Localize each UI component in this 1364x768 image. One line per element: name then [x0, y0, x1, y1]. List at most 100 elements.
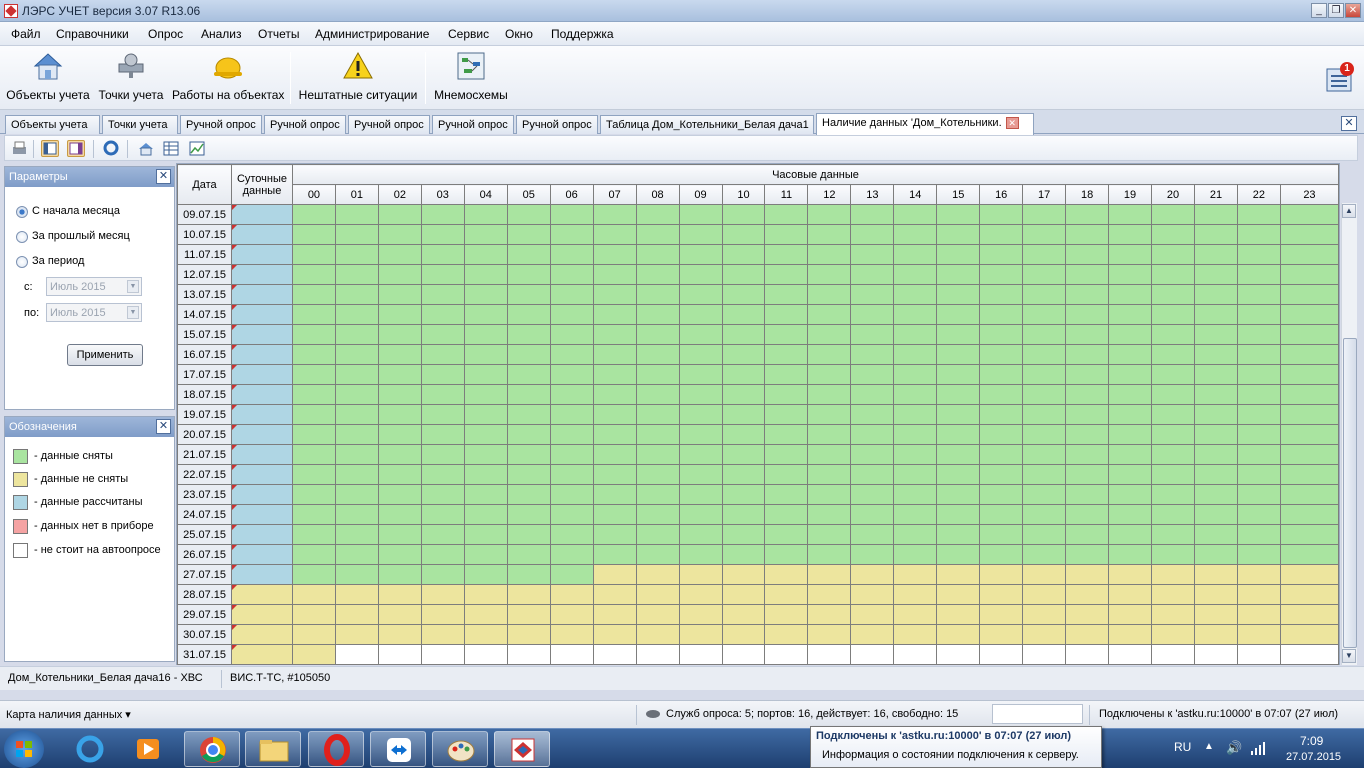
- hour-cell[interactable]: [506, 424, 551, 445]
- hour-cell[interactable]: [549, 424, 594, 445]
- hour-cell[interactable]: [807, 204, 852, 225]
- hour-cell[interactable]: [678, 364, 723, 385]
- hour-cell[interactable]: [893, 524, 938, 545]
- daily-cell[interactable]: [230, 524, 293, 545]
- hour-cell[interactable]: [764, 404, 809, 425]
- hour-cell[interactable]: [807, 344, 852, 365]
- hour-cell[interactable]: [506, 444, 551, 465]
- hour-cell[interactable]: [1236, 624, 1281, 645]
- hour-cell[interactable]: [979, 284, 1024, 305]
- hour-cell[interactable]: [420, 364, 465, 385]
- hour-cell[interactable]: [893, 444, 938, 465]
- hour-cell[interactable]: [678, 504, 723, 525]
- daily-cell[interactable]: [230, 344, 293, 365]
- hour-cell[interactable]: [1193, 564, 1238, 585]
- hour-cell[interactable]: [291, 204, 336, 225]
- daily-cell[interactable]: [230, 644, 293, 665]
- hour-cell[interactable]: [635, 564, 680, 585]
- hour-cell[interactable]: [1065, 584, 1110, 605]
- hour-cell[interactable]: [1279, 524, 1340, 545]
- hour-cell[interactable]: [420, 304, 465, 325]
- hour-cell[interactable]: [850, 344, 895, 365]
- hour-cell[interactable]: [678, 244, 723, 265]
- hour-cell[interactable]: [893, 544, 938, 565]
- hour-cell[interactable]: [463, 584, 508, 605]
- hour-cell[interactable]: [291, 244, 336, 265]
- hour-cell[interactable]: [1108, 464, 1153, 485]
- hour-cell[interactable]: [291, 424, 336, 445]
- hour-cell[interactable]: [420, 244, 465, 265]
- hour-cell[interactable]: [1065, 424, 1110, 445]
- hour-cell[interactable]: [979, 384, 1024, 405]
- to-month-combo[interactable]: Июль 2015 ▼: [46, 303, 142, 322]
- hour-cell[interactable]: [377, 464, 422, 485]
- hour-cell[interactable]: [1236, 564, 1281, 585]
- hour-cell[interactable]: [764, 304, 809, 325]
- hour-cell[interactable]: [635, 244, 680, 265]
- close-tab-icon[interactable]: ✕: [1005, 117, 1019, 130]
- hour-cell[interactable]: [377, 344, 422, 365]
- hour-cell[interactable]: [807, 644, 852, 665]
- hour-cell[interactable]: [1236, 304, 1281, 325]
- hour-cell[interactable]: [1279, 484, 1340, 505]
- hour-header[interactable]: 12: [807, 184, 852, 205]
- hour-cell[interactable]: [979, 644, 1024, 665]
- hour-cell[interactable]: [334, 244, 379, 265]
- hour-cell[interactable]: [506, 304, 551, 325]
- hour-cell[interactable]: [592, 304, 637, 325]
- hour-cell[interactable]: [463, 504, 508, 525]
- hour-cell[interactable]: [721, 384, 766, 405]
- hour-cell[interactable]: [1108, 444, 1153, 465]
- hour-cell[interactable]: [1108, 424, 1153, 445]
- hour-cell[interactable]: [764, 244, 809, 265]
- hour-cell[interactable]: [420, 264, 465, 285]
- hour-cell[interactable]: [635, 264, 680, 285]
- hour-cell[interactable]: [291, 644, 336, 665]
- hour-cell[interactable]: [334, 604, 379, 625]
- hour-cell[interactable]: [334, 484, 379, 505]
- hour-cell[interactable]: [291, 564, 336, 585]
- daily-cell[interactable]: [230, 564, 293, 585]
- hour-cell[interactable]: [420, 624, 465, 645]
- hour-cell[interactable]: [1279, 384, 1340, 405]
- hour-cell[interactable]: [1236, 204, 1281, 225]
- hour-cell[interactable]: [592, 204, 637, 225]
- hour-cell[interactable]: [1151, 604, 1195, 625]
- hour-cell[interactable]: [420, 444, 465, 465]
- hour-cell[interactable]: [1151, 544, 1195, 565]
- hour-cell[interactable]: [592, 384, 637, 405]
- hour-cell[interactable]: [979, 404, 1024, 425]
- hour-cell[interactable]: [979, 504, 1024, 525]
- hour-header[interactable]: 02: [377, 184, 422, 205]
- hour-header[interactable]: 04: [463, 184, 508, 205]
- hour-cell[interactable]: [1022, 604, 1067, 625]
- hour-cell[interactable]: [549, 584, 594, 605]
- hour-cell[interactable]: [463, 544, 508, 565]
- hour-cell[interactable]: [979, 424, 1024, 445]
- hour-cell[interactable]: [334, 424, 379, 445]
- volume-icon[interactable]: 🔊: [1226, 740, 1242, 756]
- hour-cell[interactable]: [420, 644, 465, 665]
- hour-cell[interactable]: [1151, 324, 1195, 345]
- hour-cell[interactable]: [1279, 324, 1340, 345]
- hour-cell[interactable]: [1065, 404, 1110, 425]
- hour-cell[interactable]: [1193, 204, 1238, 225]
- hour-cell[interactable]: [1151, 444, 1195, 465]
- tab-points[interactable]: Точки учета: [102, 115, 178, 134]
- daily-cell[interactable]: [230, 604, 293, 625]
- hour-cell[interactable]: [549, 644, 594, 665]
- hour-cell[interactable]: [764, 564, 809, 585]
- hour-cell[interactable]: [850, 624, 895, 645]
- hour-cell[interactable]: [721, 224, 766, 245]
- daily-cell[interactable]: [230, 544, 293, 565]
- hour-cell[interactable]: [377, 444, 422, 465]
- hour-cell[interactable]: [1108, 284, 1153, 305]
- hour-cell[interactable]: [635, 304, 680, 325]
- hour-cell[interactable]: [506, 384, 551, 405]
- menu-administration[interactable]: Администрирование: [315, 27, 429, 41]
- hour-cell[interactable]: [291, 524, 336, 545]
- hour-cell[interactable]: [420, 504, 465, 525]
- hour-cell[interactable]: [420, 424, 465, 445]
- hour-cell[interactable]: [592, 604, 637, 625]
- hour-cell[interactable]: [1108, 504, 1153, 525]
